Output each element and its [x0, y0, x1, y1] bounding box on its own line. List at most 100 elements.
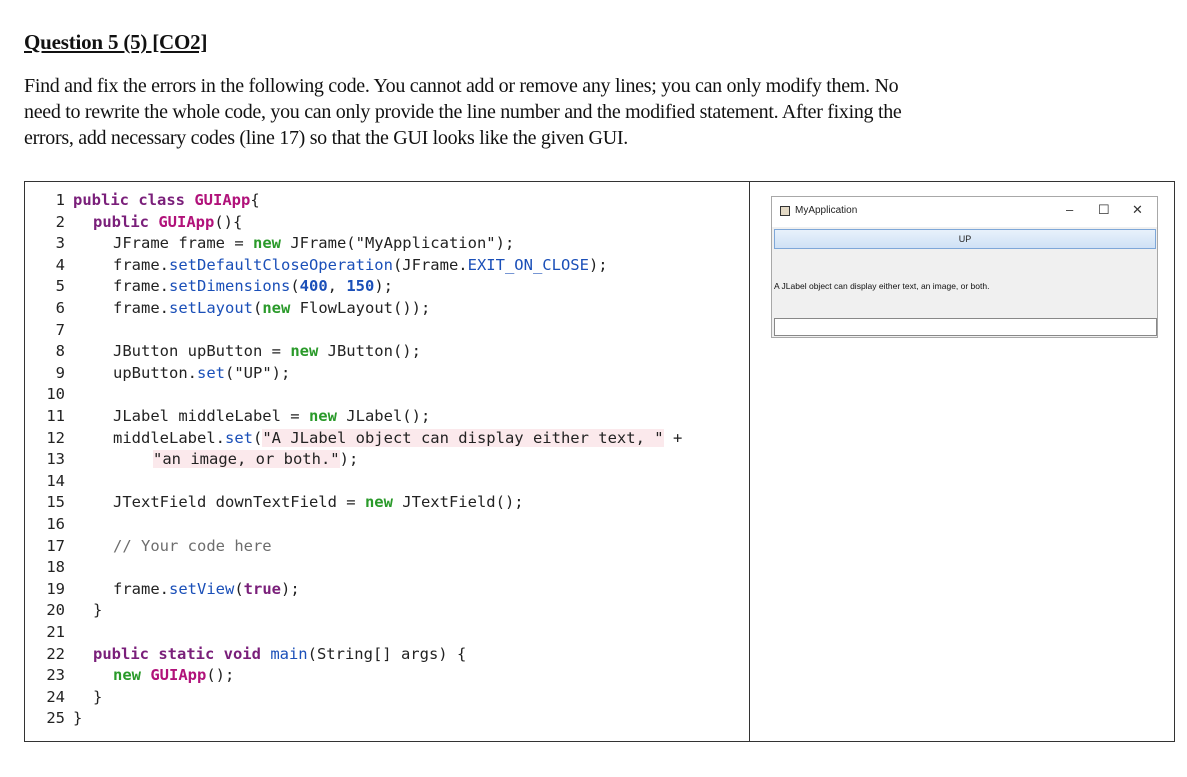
- code-token: GUIApp: [158, 212, 215, 231]
- code-token: public: [93, 212, 159, 231]
- window-title: MyApplication: [795, 205, 858, 216]
- code-token: GUIApp: [150, 666, 207, 685]
- code-token: frame.: [113, 579, 169, 598]
- line-number: 18: [46, 558, 65, 577]
- code-text: // Your code here: [113, 536, 272, 557]
- line-number: 19: [46, 579, 65, 598]
- java-app-icon: [780, 206, 790, 216]
- code-token: (: [234, 579, 244, 598]
- line-number: 20: [46, 601, 65, 620]
- code-token: setDimensions: [169, 277, 291, 296]
- line-number: 24: [46, 687, 65, 706]
- instruction-line: need to rewrite the whole code, you can …: [24, 101, 902, 123]
- down-text-field[interactable]: [774, 318, 1157, 336]
- code-text: JButton upButton = new JButton();: [113, 341, 421, 362]
- line-number: 17: [46, 536, 65, 555]
- code-text: JTextField downTextField = new JTextFiel…: [113, 492, 524, 513]
- code-text: JLabel middleLabel = new JLabel();: [113, 406, 430, 427]
- code-token: public static void: [93, 644, 271, 663]
- line-number: 21: [46, 623, 65, 641]
- code-token: set: [197, 363, 225, 382]
- code-token: JFrame frame =: [113, 234, 253, 253]
- code-token: frame.: [113, 299, 169, 317]
- line-number: 6: [55, 299, 65, 317]
- code-token: (: [253, 299, 263, 317]
- code-token: new: [290, 342, 328, 361]
- code-token: new: [262, 299, 300, 317]
- code-token: new: [308, 407, 347, 425]
- instruction-line: errors, add necessary codes (line 17) so…: [24, 127, 628, 149]
- code-token: middleLabel.: [113, 428, 225, 447]
- line-number: 1: [55, 191, 65, 209]
- line-number: 11: [46, 407, 65, 425]
- code-token: JTextField downTextField =: [113, 493, 365, 512]
- minimize-icon[interactable]: –: [1066, 202, 1073, 217]
- code-token: JButton();: [327, 342, 421, 361]
- code-token: );: [374, 277, 394, 296]
- code-text: public static void main(String[] args) {: [93, 644, 466, 665]
- line-number: 25: [46, 709, 65, 728]
- line-number: 8: [55, 342, 65, 361]
- line-number: 22: [46, 644, 65, 663]
- code-token: EXIT_ON_CLOSE: [467, 255, 589, 274]
- line-number: 3: [55, 234, 65, 253]
- code-token: new: [364, 493, 403, 512]
- instruction-line: Find and fix the errors in the following…: [24, 75, 899, 97]
- code-token: ("UP");: [225, 363, 291, 382]
- code-token: (: [252, 428, 263, 447]
- code-token: );: [588, 255, 608, 274]
- close-icon[interactable]: ✕: [1132, 202, 1143, 218]
- code-token: }: [93, 687, 103, 706]
- code-token: {: [250, 191, 260, 209]
- code-text: }: [93, 687, 102, 708]
- code-token: main: [270, 644, 308, 663]
- code-token: +: [663, 428, 683, 447]
- code-token: setDefaultCloseOperation: [169, 255, 393, 274]
- code-token: set: [224, 428, 253, 447]
- line-number: 5: [55, 277, 65, 296]
- code-and-gui-table: 1 public class GUIApp{2 public GUIApp(){3 J…: [24, 181, 1175, 742]
- code-text: frame.setDefaultCloseOperation(JFrame.EX…: [113, 255, 608, 276]
- line-number: 13: [46, 450, 65, 469]
- code-text: upButton.set("UP");: [113, 363, 290, 384]
- code-token: );: [339, 450, 359, 469]
- code-text: "an image, or both.");: [153, 449, 358, 470]
- code-token: }: [93, 601, 103, 620]
- code-token: (: [290, 277, 300, 296]
- code-token: JLabel middleLabel =: [113, 407, 309, 425]
- code-token: new: [252, 234, 291, 253]
- question-heading: Question 5 (5) [CO2]: [24, 30, 208, 54]
- line-number: 16: [46, 515, 65, 533]
- code-token: ,: [327, 277, 347, 296]
- window-titlebar: MyApplication – ☐ ✕: [772, 197, 1157, 227]
- code-text: public class GUIApp{: [73, 190, 260, 211]
- up-button[interactable]: UP: [774, 229, 1156, 249]
- code-token: (){: [214, 212, 243, 231]
- line-number: 12: [46, 428, 65, 447]
- code-token: setLayout: [169, 299, 253, 317]
- line-number: 2: [55, 212, 65, 231]
- code-text: }: [93, 600, 102, 621]
- code-text: }: [73, 708, 82, 729]
- code-token: 150: [346, 277, 375, 296]
- code-token: JFrame("MyApplication");: [290, 234, 515, 253]
- maximize-icon[interactable]: ☐: [1098, 202, 1110, 218]
- code-token: JButton upButton =: [113, 342, 291, 361]
- code-token: frame.: [113, 277, 169, 296]
- code-text: frame.setView(true);: [113, 579, 300, 600]
- column-divider: [749, 182, 750, 741]
- line-number: 4: [55, 255, 65, 274]
- code-token: (JFrame.: [392, 255, 468, 274]
- code-token: // Your code here: [113, 536, 272, 555]
- code-token: ();: [206, 666, 235, 685]
- code-text: frame.setDimensions(400, 150);: [113, 276, 393, 297]
- code-token: "A JLabel object can display either text…: [262, 428, 664, 447]
- line-number: 7: [55, 320, 65, 339]
- code-token: (String[] args) {: [307, 644, 467, 663]
- question-instructions: Find and fix the errors in the following…: [24, 73, 1164, 151]
- line-number: 9: [55, 363, 65, 382]
- code-text: JFrame frame = new JFrame("MyApplication…: [113, 233, 514, 254]
- code-text: middleLabel.set("A JLabel object can dis…: [113, 428, 682, 449]
- code-text: frame.setLayout(new FlowLayout());: [113, 298, 430, 319]
- middle-label: A JLabel object can display either text,…: [774, 281, 990, 291]
